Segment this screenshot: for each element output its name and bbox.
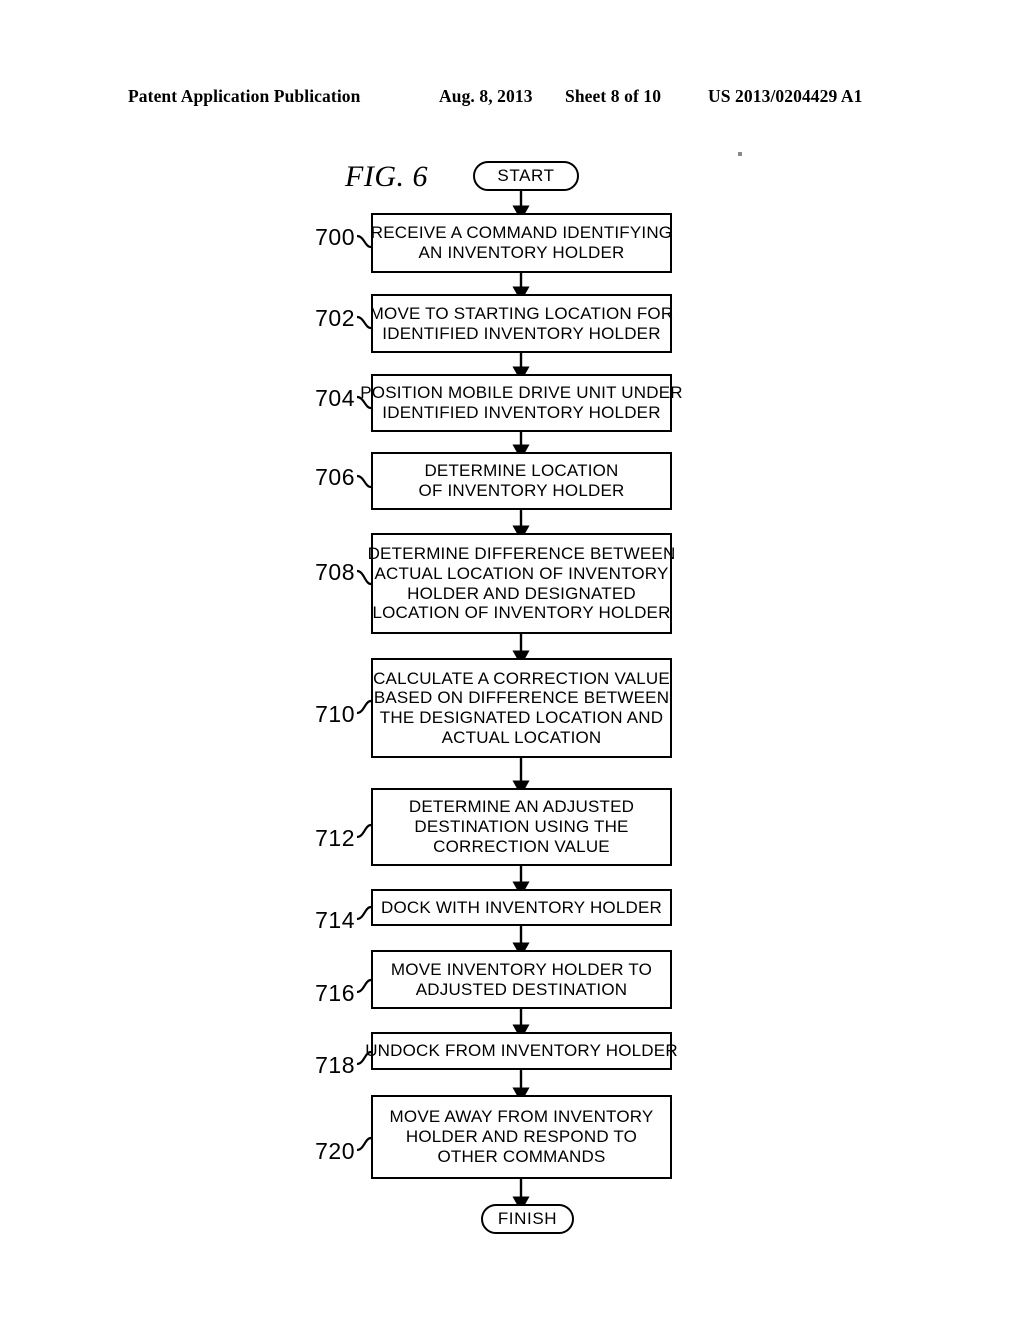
process-box-720-line-3: OTHER COMMANDS xyxy=(437,1146,606,1166)
process-box-704[interactable]: POSITION MOBILE DRIVE UNIT UNDER IDENTIF… xyxy=(360,374,683,432)
process-box-716-line-2: ADJUSTED DESTINATION xyxy=(415,979,628,999)
ref-number-700: 700 xyxy=(315,224,355,250)
process-box-702-line-1: MOVE TO STARTING LOCATION FOR xyxy=(369,303,674,323)
ref-number-716: 716 xyxy=(315,980,355,1006)
process-box-702[interactable]: MOVE TO STARTING LOCATION FOR IDENTIFIED… xyxy=(369,294,674,353)
process-box-710-line-2: BASED ON DIFFERENCE BETWEEN xyxy=(373,688,670,708)
process-box-716[interactable]: MOVE INVENTORY HOLDER TO ADJUSTED DESTIN… xyxy=(371,950,672,1009)
process-box-718[interactable]: UNDOCK FROM INVENTORY HOLDER xyxy=(365,1032,678,1070)
process-box-712-line-1: DETERMINE AN ADJUSTED xyxy=(408,797,635,817)
ref-number-718: 718 xyxy=(315,1052,355,1078)
process-box-706-line-1: DETERMINE LOCATION xyxy=(424,461,619,481)
process-box-700[interactable]: RECEIVE A COMMAND IDENTIFYING AN INVENTO… xyxy=(371,213,672,273)
ref-number-706: 706 xyxy=(315,464,355,490)
process-box-708-line-3: HOLDER AND DESIGNATED xyxy=(407,583,636,603)
process-box-706-line-2: OF INVENTORY HOLDER xyxy=(418,481,625,500)
finish-terminator[interactable]: FINISH xyxy=(481,1204,574,1234)
process-box-712-line-3: CORRECTION VALUE xyxy=(433,836,610,856)
start-terminator[interactable]: START xyxy=(473,161,579,191)
process-box-712[interactable]: DETERMINE AN ADJUSTED DESTINATION USING … xyxy=(371,788,672,866)
finish-label: FINISH xyxy=(497,1209,558,1228)
process-box-714[interactable]: DOCK WITH INVENTORY HOLDER xyxy=(371,889,672,926)
ref-number-712: 712 xyxy=(315,825,355,851)
process-box-714-line-1: DOCK WITH INVENTORY HOLDER xyxy=(380,897,663,917)
process-box-704-line-2: IDENTIFIED INVENTORY HOLDER xyxy=(382,403,661,422)
process-box-700-line-2: AN INVENTORY HOLDER xyxy=(418,243,625,262)
start-label: START xyxy=(497,166,555,185)
process-box-708-line-2: ACTUAL LOCATION OF INVENTORY xyxy=(374,563,669,583)
process-box-708-line-1: DETERMINE DIFFERENCE BETWEEN xyxy=(367,544,676,564)
ref-number-708: 708 xyxy=(315,559,355,585)
process-box-704-line-1: POSITION MOBILE DRIVE UNIT UNDER xyxy=(360,383,683,403)
ref-number-714: 714 xyxy=(315,907,355,933)
process-box-710-line-4: ACTUAL LOCATION xyxy=(441,727,602,747)
process-box-708-line-4: LOCATION OF INVENTORY HOLDER xyxy=(372,603,671,623)
process-box-706[interactable]: DETERMINE LOCATION OF INVENTORY HOLDER xyxy=(371,452,672,510)
process-box-720[interactable]: MOVE AWAY FROM INVENTORY HOLDER AND RESP… xyxy=(371,1095,672,1179)
process-box-708[interactable]: DETERMINE DIFFERENCE BETWEEN ACTUAL LOCA… xyxy=(368,533,675,634)
process-box-710[interactable]: CALCULATE A CORRECTION VALUE BASED ON DI… xyxy=(371,658,672,758)
process-box-700-line-1: RECEIVE A COMMAND IDENTIFYING xyxy=(370,223,673,243)
process-box-720-line-2: HOLDER AND RESPOND TO xyxy=(405,1127,638,1147)
process-box-710-line-1: CALCULATE A CORRECTION VALUE xyxy=(373,668,670,688)
ref-number-704: 704 xyxy=(315,385,355,411)
process-box-710-line-3: THE DESIGNATED LOCATION AND xyxy=(379,708,664,727)
process-box-720-line-1: MOVE AWAY FROM INVENTORY xyxy=(389,1107,654,1127)
ref-number-710: 710 xyxy=(315,701,355,727)
process-box-712-line-2: DESTINATION USING THE xyxy=(414,817,629,837)
flowchart-diagram: START 700 RECEIVE A COMMAND IDENTIFYING … xyxy=(0,0,1024,1320)
reference-leader-lines xyxy=(356,234,372,1152)
ref-number-702: 702 xyxy=(315,305,355,331)
process-box-716-line-1: MOVE INVENTORY HOLDER TO xyxy=(390,959,653,979)
ref-number-720: 720 xyxy=(315,1138,355,1164)
process-box-718-line-1: UNDOCK FROM INVENTORY HOLDER xyxy=(365,1041,678,1061)
process-box-702-line-2: IDENTIFIED INVENTORY HOLDER xyxy=(382,323,661,343)
